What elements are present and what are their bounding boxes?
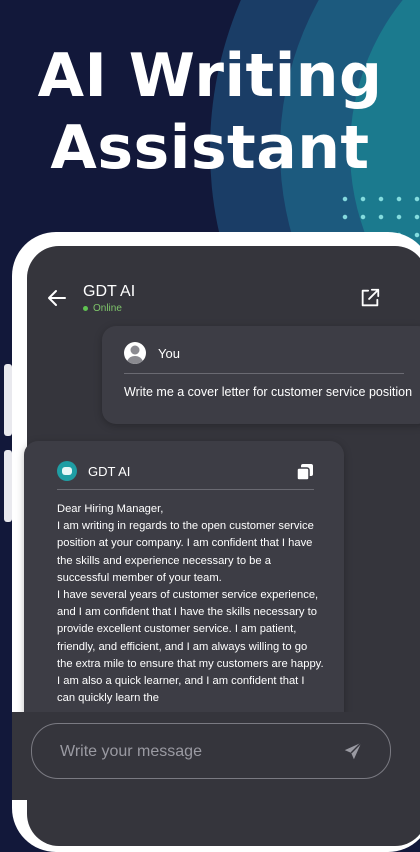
ai-message-card: GDT AI Dear Hiring Manager, I am writing… <box>24 441 344 741</box>
send-icon[interactable] <box>342 740 364 762</box>
divider <box>57 489 314 490</box>
user-name: You <box>158 346 180 361</box>
arrow-left-icon[interactable] <box>45 286 69 310</box>
user-message-text: Write me a cover letter for customer ser… <box>124 385 413 399</box>
message-composer <box>31 723 391 780</box>
phone-side-button <box>4 364 12 436</box>
status-text: Online <box>93 303 122 314</box>
chat-header: GDT AI Online <box>27 246 420 322</box>
external-link-icon[interactable] <box>359 287 381 309</box>
robot-avatar-icon <box>57 461 77 481</box>
hero-title: AI Writing Assistant <box>0 40 420 184</box>
ai-name: GDT AI <box>88 464 131 479</box>
user-avatar-icon <box>124 342 146 364</box>
ai-message-text: Dear Hiring Manager, I am writing in reg… <box>57 503 324 705</box>
divider <box>124 373 404 374</box>
hero-title-line2: Assistant <box>50 113 370 183</box>
status-dot <box>83 305 88 311</box>
user-message-card: You Write me a cover letter for customer… <box>102 326 420 424</box>
phone-side-button <box>4 450 12 522</box>
copy-icon[interactable] <box>296 463 314 481</box>
message-input[interactable] <box>58 724 332 780</box>
chat-title: GDT AI <box>83 283 136 300</box>
hero-title-line1: AI Writing <box>37 41 383 111</box>
online-status: Online <box>83 303 122 314</box>
